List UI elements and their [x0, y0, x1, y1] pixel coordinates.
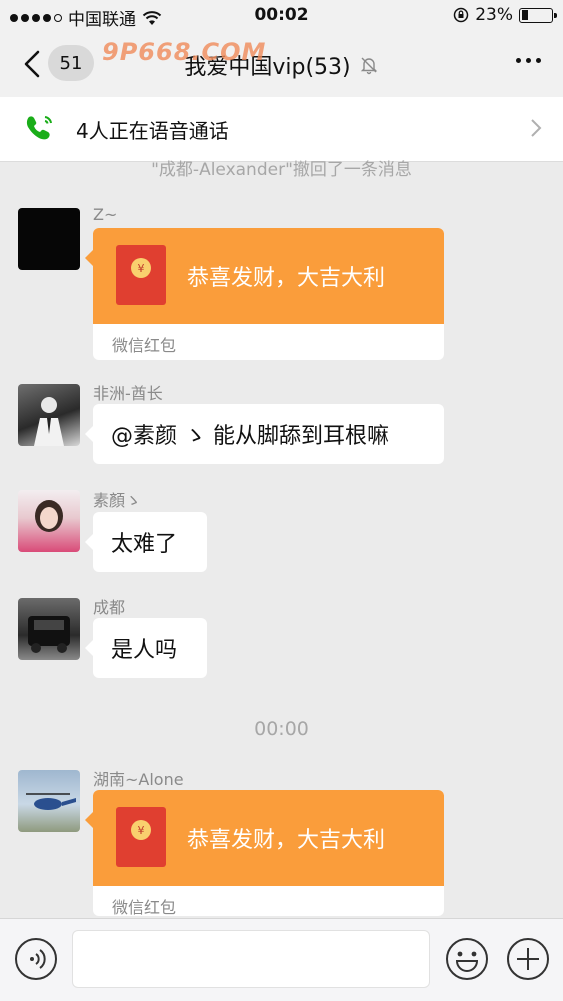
red-packet-top: ¥ 恭喜发财，大吉大利 [93, 228, 444, 324]
emoji-icon[interactable] [445, 937, 489, 981]
red-packet-label: 微信红包 [112, 898, 177, 916]
recall-notice: "成都-Alexander"撤回了一条消息 [151, 160, 412, 180]
time-separator: 00:00 [254, 718, 309, 740]
sender-name: 非洲-酋长 [93, 384, 163, 403]
mute-bell-icon [360, 57, 377, 74]
bubble-tail [85, 812, 93, 828]
more-options-icon[interactable] [516, 58, 541, 63]
chevron-right-icon [531, 119, 542, 137]
red-packet-top: ¥ 恭喜发财，大吉大利 [93, 790, 444, 886]
status-bar: 中国联通 00:02 23% [0, 0, 563, 32]
battery-percent: 23% [475, 5, 513, 25]
input-bar [0, 918, 563, 1001]
voice-call-banner[interactable]: 4人正在语音通话 [0, 97, 563, 162]
red-envelope-icon: ¥ [116, 807, 166, 867]
voice-input-icon[interactable] [14, 937, 58, 981]
avatar[interactable] [18, 208, 80, 270]
watermark-logo: 9P668.COM [102, 38, 267, 66]
plus-icon[interactable] [506, 937, 550, 981]
sender-name: 素顏ゝ [93, 491, 142, 510]
text-bubble[interactable]: @素颜 ゝ 能从脚舔到耳根嘛 [85, 404, 444, 464]
text-bubble[interactable]: 太难了 [85, 512, 207, 572]
red-packet-bubble[interactable]: ¥ 恭喜发财，大吉大利 微信红包 [93, 228, 444, 360]
avatar[interactable] [18, 490, 80, 552]
avatar[interactable] [18, 384, 80, 446]
bubble-tail [85, 250, 93, 266]
avatar[interactable] [18, 598, 80, 660]
nav-bar: 51 我爱中国vip(53) 9P668.COM [0, 32, 563, 97]
voice-call-text: 4人正在语音通话 [76, 119, 229, 143]
phone-call-icon [26, 116, 52, 140]
message-input[interactable] [72, 930, 430, 988]
battery-icon [519, 7, 557, 23]
red-envelope-icon: ¥ [116, 245, 166, 305]
status-right: 23% [453, 5, 557, 25]
chat-title-wrap: 我爱中国vip(53) [0, 32, 563, 97]
sender-name: 成都 [93, 598, 126, 617]
red-packet-title: 恭喜发财，大吉大利 [187, 828, 386, 853]
orientation-lock-icon [453, 7, 469, 23]
red-packet-bubble[interactable]: ¥ 恭喜发财，大吉大利 微信红包 [93, 790, 444, 916]
sender-name: 湖南~Alone [93, 770, 184, 789]
red-packet-label: 微信红包 [112, 336, 177, 355]
sender-name: Z~ [93, 205, 118, 224]
avatar[interactable] [18, 770, 80, 832]
red-packet-title: 恭喜发财，大吉大利 [187, 266, 386, 291]
text-bubble[interactable]: 是人吗 [85, 618, 207, 678]
